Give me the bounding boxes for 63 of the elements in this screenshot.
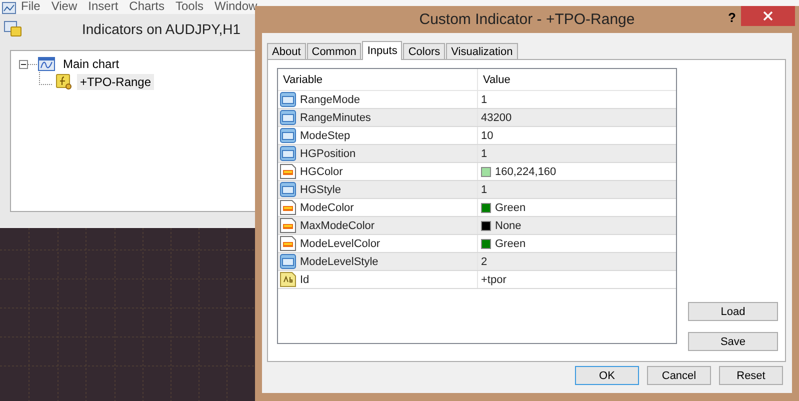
text-type-icon <box>280 272 296 287</box>
number-type-icon <box>280 128 296 143</box>
dialog-button[interactable]: OK <box>575 366 639 385</box>
function-icon <box>56 74 72 90</box>
menu-item[interactable]: Charts <box>129 0 164 13</box>
variable-name: ModeLevelStyle <box>300 256 378 268</box>
color-type-icon <box>280 164 296 179</box>
tab[interactable]: Colors <box>403 43 446 59</box>
variable-value[interactable]: +tpor <box>481 274 506 286</box>
tab[interactable]: Visualization <box>446 43 518 59</box>
number-type-icon <box>280 146 296 161</box>
tab[interactable]: Common <box>306 43 362 59</box>
variable-name: MaxModeColor <box>300 220 375 232</box>
variable-value[interactable]: 1 <box>481 184 488 196</box>
variable-name: HGPosition <box>300 148 356 160</box>
variable-value[interactable]: 1 <box>481 148 488 160</box>
number-type-icon <box>280 254 296 269</box>
column-header[interactable]: Variable <box>278 69 478 90</box>
color-type-icon <box>280 236 296 251</box>
side-button[interactable]: Save <box>688 332 778 351</box>
menu-item[interactable]: File <box>21 0 40 13</box>
side-button[interactable]: Load <box>688 302 778 321</box>
number-type-icon <box>280 92 296 107</box>
variable-name: ModeStep <box>300 130 350 142</box>
chart-window-icon <box>2 2 16 14</box>
collapse-toggle-icon[interactable] <box>19 60 28 68</box>
dialog-title: Custom Indicator - +TPO-Range <box>419 11 635 28</box>
close-icon <box>763 11 773 21</box>
close-button[interactable] <box>741 6 795 26</box>
number-type-icon <box>280 110 296 125</box>
variable-value[interactable]: 10 <box>481 130 494 142</box>
dialog-button[interactable]: Cancel <box>647 366 711 385</box>
variable-name: ModeColor <box>300 202 354 214</box>
color-type-icon <box>280 218 296 233</box>
indicators-icon <box>4 21 22 37</box>
dialog-button[interactable]: Reset <box>719 366 783 385</box>
variable-value[interactable]: 1 <box>481 94 488 106</box>
color-type-icon <box>280 200 296 215</box>
window-title: Indicators on AUDJPY,H1 <box>82 21 240 37</box>
tree-item[interactable]: Main chart <box>60 56 122 72</box>
variable-value[interactable]: None <box>495 220 522 232</box>
variable-name: HGStyle <box>300 184 341 196</box>
menu-item[interactable]: Tools <box>176 0 204 13</box>
number-type-icon <box>280 182 296 197</box>
variable-name: ModeLevelColor <box>300 238 380 250</box>
variable-value[interactable]: 160,224,160 <box>495 166 556 178</box>
variable-name: HGColor <box>300 166 343 178</box>
variable-value[interactable]: 2 <box>481 256 488 268</box>
column-header[interactable]: Value <box>478 69 676 90</box>
tree-item[interactable]: +TPO-Range <box>77 74 154 90</box>
variable-name: RangeMinutes <box>300 112 371 124</box>
variable-value[interactable]: 43200 <box>481 112 512 124</box>
variable-name: RangeMode <box>300 94 360 106</box>
variable-name: Id <box>300 274 310 286</box>
variable-value[interactable]: Green <box>495 238 526 250</box>
variable-value[interactable]: Green <box>495 202 526 214</box>
menu-item[interactable]: Insert <box>88 0 118 13</box>
help-button[interactable]: ? <box>728 10 736 25</box>
tab[interactable]: About <box>267 43 306 59</box>
chart-icon <box>38 57 55 71</box>
menu-item[interactable]: View <box>51 0 78 13</box>
tab[interactable]: Inputs <box>362 41 402 60</box>
menu-item[interactable]: Window <box>214 0 258 13</box>
